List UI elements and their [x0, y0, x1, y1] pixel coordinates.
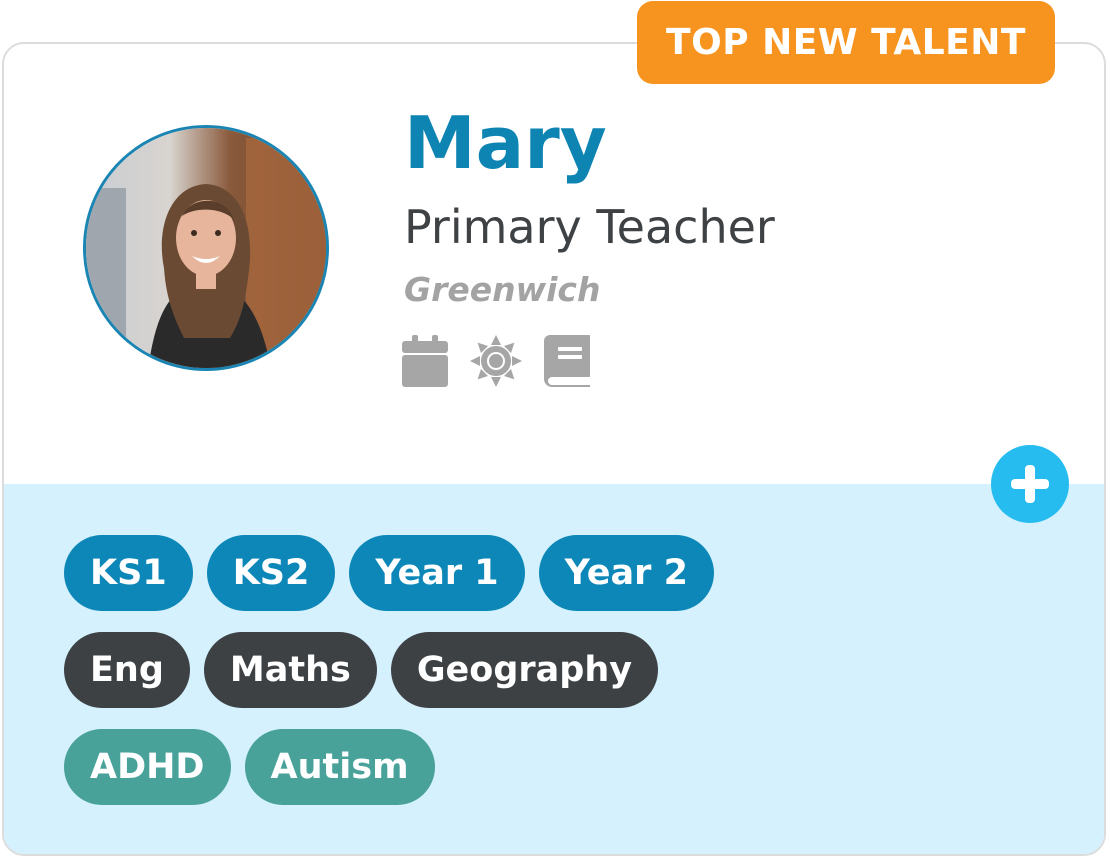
candidate-role: Primary Teacher [404, 200, 775, 254]
badge-label: TOP NEW TALENT [666, 22, 1026, 63]
book-icon [544, 335, 590, 387]
tag-year-1[interactable]: Year 1 [349, 535, 525, 611]
sun-icon [470, 335, 522, 387]
tag-eng[interactable]: Eng [64, 632, 190, 708]
tag-autism[interactable]: Autism [244, 729, 435, 805]
stage-tags: KS1 KS2 Year 1 Year 2 [64, 535, 714, 611]
tag-year-2[interactable]: Year 2 [538, 535, 714, 611]
tag-ks1[interactable]: KS1 [64, 535, 193, 611]
needs-tags: ADHD Autism [64, 729, 435, 805]
profile-photo [86, 128, 326, 368]
avatar [83, 125, 329, 371]
subject-tags: Eng Maths Geography [64, 632, 659, 708]
tag-adhd[interactable]: ADHD [64, 729, 231, 805]
status-icons [402, 335, 590, 387]
tag-ks2[interactable]: KS2 [206, 535, 336, 611]
add-candidate-button[interactable] [991, 445, 1069, 523]
plus-icon [1011, 465, 1049, 503]
tag-maths[interactable]: Maths [203, 632, 377, 708]
candidate-location: Greenwich [404, 270, 601, 309]
candidate-name: Mary [404, 101, 607, 185]
calendar-icon [402, 335, 448, 387]
top-new-talent-badge: TOP NEW TALENT [637, 1, 1055, 84]
tag-geography[interactable]: Geography [390, 632, 659, 708]
